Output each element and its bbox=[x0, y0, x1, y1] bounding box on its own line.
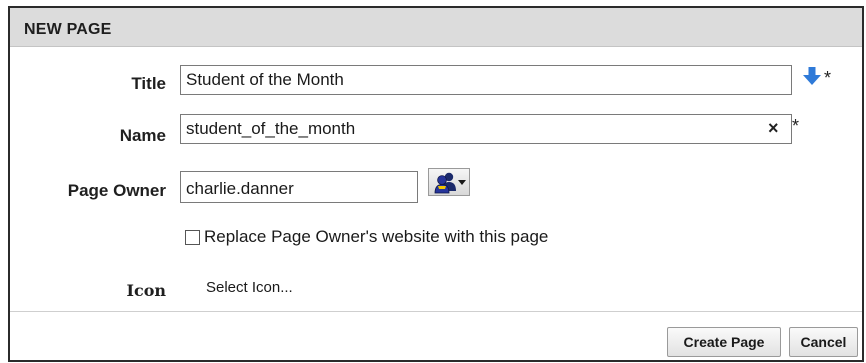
title-input[interactable] bbox=[180, 65, 792, 95]
name-input[interactable] bbox=[180, 114, 792, 144]
dialog-header: NEW PAGE bbox=[10, 8, 862, 47]
title-required-marker: * bbox=[824, 68, 832, 88]
create-page-button[interactable]: Create Page bbox=[667, 327, 781, 357]
icon-label: Icon bbox=[126, 281, 166, 300]
name-required-marker: * bbox=[792, 116, 800, 136]
caret-down-icon bbox=[458, 180, 466, 185]
replace-website-option[interactable]: Replace Page Owner's website with this p… bbox=[185, 227, 548, 247]
cancel-button[interactable]: Cancel bbox=[789, 327, 858, 357]
user-picker-button[interactable] bbox=[428, 168, 470, 196]
title-label: Title bbox=[131, 74, 166, 93]
replace-website-label: Replace Page Owner's website with this p… bbox=[204, 227, 549, 246]
name-label: Name bbox=[119, 126, 166, 145]
page-owner-input[interactable] bbox=[180, 171, 418, 203]
user-picker-icon bbox=[434, 172, 466, 194]
page-owner-label: Page Owner bbox=[67, 181, 166, 200]
dialog-title: NEW PAGE bbox=[24, 21, 112, 38]
clear-icon[interactable]: × bbox=[768, 119, 779, 137]
replace-website-checkbox[interactable] bbox=[185, 229, 200, 245]
dialog-footer: Create Page Cancel bbox=[10, 311, 862, 360]
arrow-down-icon[interactable] bbox=[803, 66, 821, 86]
new-page-dialog: NEW PAGE Title * Name × * Page Owner bbox=[8, 6, 864, 362]
select-icon-link[interactable]: Select Icon... bbox=[206, 279, 293, 296]
